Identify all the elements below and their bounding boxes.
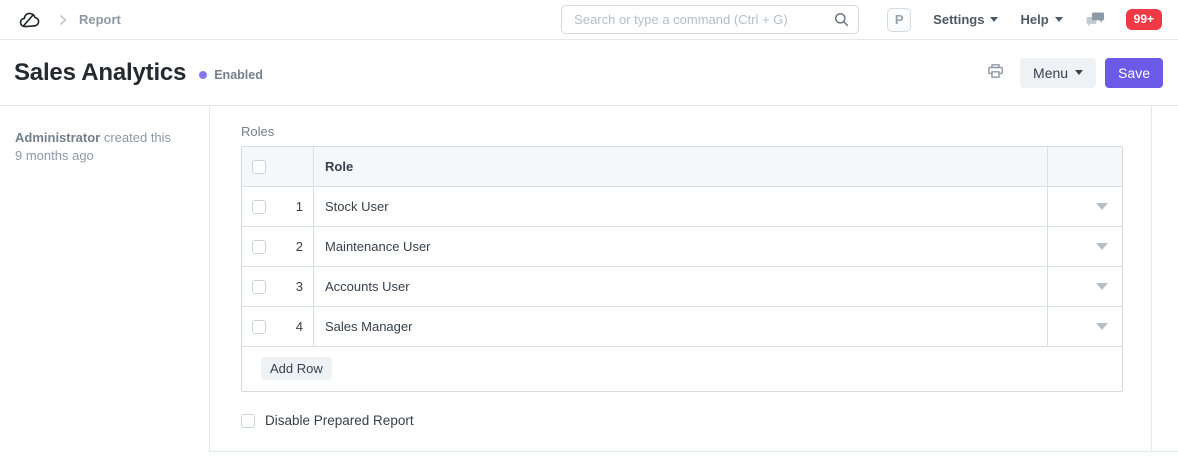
table-row: 2 Maintenance User xyxy=(242,227,1122,267)
form-sidebar: Administrator created this 9 months ago xyxy=(0,106,210,452)
row-action-cell xyxy=(1048,187,1122,226)
chevron-down-icon xyxy=(1054,17,1063,22)
search-input[interactable] xyxy=(561,5,860,34)
disable-prepared-report-checkbox[interactable] xyxy=(241,413,255,428)
table-row: 4 Sales Manager xyxy=(242,307,1122,347)
created-by-user[interactable]: Administrator xyxy=(15,130,100,145)
table-row: 1 Stock User xyxy=(242,187,1122,227)
disable-prepared-report-label: Disable Prepared Report xyxy=(265,413,414,428)
row-number: 4 xyxy=(295,319,303,334)
form-main: Roles Role 1 Stock User 2 Maintenance Us… xyxy=(210,106,1152,451)
chevron-down-icon xyxy=(1075,70,1084,75)
created-by-text: Administrator created this xyxy=(15,130,172,145)
grid-header-action-cell xyxy=(1048,147,1122,186)
roles-grid: Role 1 Stock User 2 Maintenance User 3 A… xyxy=(241,146,1123,392)
page-actions: Menu Save xyxy=(985,57,1163,88)
row-expand-caret-icon[interactable] xyxy=(1096,243,1108,250)
form-body: Administrator created this 9 months ago … xyxy=(0,106,1178,452)
row-checkbox[interactable] xyxy=(252,279,266,294)
row-checkbox[interactable] xyxy=(252,199,266,214)
settings-label: Settings xyxy=(933,12,985,27)
page-header: Sales Analytics Enabled Menu Save xyxy=(0,40,1178,106)
row-action-cell xyxy=(1048,307,1122,346)
grid-header-row: Role xyxy=(242,147,1122,187)
app-logo-cloud-icon[interactable] xyxy=(18,9,43,31)
disable-prepared-report-field: Disable Prepared Report xyxy=(241,413,1122,428)
avatar-letter: P xyxy=(894,12,904,27)
row-expand-caret-icon[interactable] xyxy=(1096,323,1108,330)
row-expand-caret-icon[interactable] xyxy=(1096,203,1108,210)
breadcrumb-chevron-icon xyxy=(57,14,69,26)
global-search xyxy=(561,5,860,34)
form-main-wrap: Roles Role 1 Stock User 2 Maintenance Us… xyxy=(210,106,1178,452)
row-action-cell xyxy=(1048,227,1122,266)
menu-button[interactable]: Menu xyxy=(1020,57,1097,88)
role-cell[interactable]: Stock User xyxy=(314,187,1048,226)
grid-header-select-cell xyxy=(242,147,314,186)
chevron-down-icon xyxy=(990,17,999,22)
notification-count-badge[interactable]: 99+ xyxy=(1125,8,1162,31)
grid-column-header-role: Role xyxy=(314,147,1048,186)
search-icon xyxy=(834,12,849,32)
row-number: 3 xyxy=(295,279,303,294)
table-row: 3 Accounts User xyxy=(242,267,1122,307)
status-dot-icon xyxy=(199,70,208,79)
page-title: Sales Analytics xyxy=(14,58,187,86)
menu-button-label: Menu xyxy=(1033,64,1069,81)
grid-footer: Add Row xyxy=(242,347,1122,391)
chat-bubbles-icon[interactable] xyxy=(1085,11,1106,29)
right-gutter xyxy=(1152,106,1178,451)
role-cell[interactable]: Accounts User xyxy=(314,267,1048,306)
select-all-checkbox[interactable] xyxy=(252,159,266,174)
row-number: 2 xyxy=(295,239,303,254)
print-button[interactable] xyxy=(985,61,1006,84)
created-ago-text: 9 months ago xyxy=(15,148,94,163)
status-label: Enabled xyxy=(214,67,263,82)
settings-dropdown[interactable]: Settings xyxy=(933,12,999,27)
help-dropdown[interactable]: Help xyxy=(1020,12,1063,27)
row-number: 1 xyxy=(295,199,303,214)
row-select-cell: 1 xyxy=(242,187,314,226)
save-button[interactable]: Save xyxy=(1105,57,1163,88)
add-row-button[interactable]: Add Row xyxy=(261,357,332,380)
printer-icon xyxy=(987,63,1004,82)
breadcrumb[interactable]: Report xyxy=(79,12,121,27)
navbar: Report P Settings Help 99+ xyxy=(0,0,1178,40)
role-cell[interactable]: Sales Manager xyxy=(314,307,1048,346)
roles-field-label: Roles xyxy=(241,124,275,139)
status-badge: Enabled xyxy=(199,68,263,82)
row-select-cell: 2 xyxy=(242,227,314,266)
role-cell[interactable]: Maintenance User xyxy=(314,227,1048,266)
avatar[interactable]: P xyxy=(887,7,912,32)
row-action-cell xyxy=(1048,267,1122,306)
row-checkbox[interactable] xyxy=(252,319,266,334)
row-select-cell: 4 xyxy=(242,307,314,346)
navbar-right-cluster: P Settings Help 99+ xyxy=(887,7,1162,32)
row-select-cell: 3 xyxy=(242,267,314,306)
row-expand-caret-icon[interactable] xyxy=(1096,283,1108,290)
help-label: Help xyxy=(1020,12,1049,27)
row-checkbox[interactable] xyxy=(252,239,266,254)
